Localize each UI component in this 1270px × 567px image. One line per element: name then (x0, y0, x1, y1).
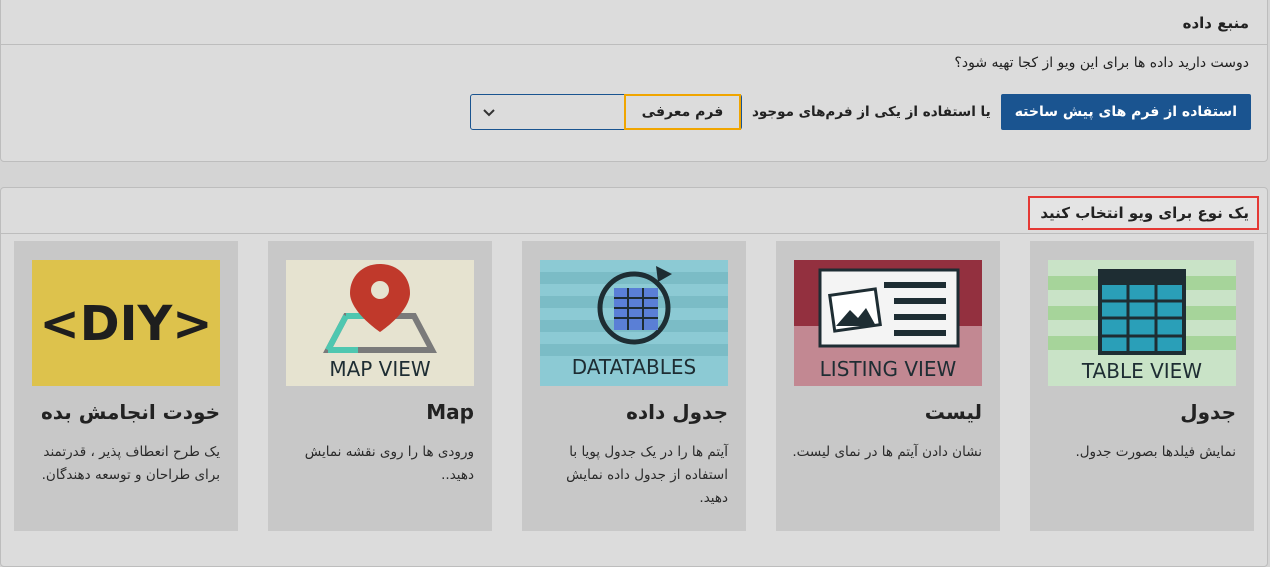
diy-icon: <DIY> (40, 296, 213, 352)
datatables-caption: DATATABLES (572, 355, 697, 379)
map-view-image: MAP VIEW (286, 260, 474, 386)
listing-view-caption: LISTING VIEW (820, 357, 957, 381)
view-card-title: Map (426, 400, 474, 424)
view-card-title: خودت انجامش بده (40, 400, 220, 424)
map-view-caption: MAP VIEW (329, 357, 431, 381)
view-card-listing[interactable]: LISTING VIEW لیست نشان دادن آیتم ها در ن… (776, 241, 1000, 531)
view-card-description: نشان دادن آیتم ها در نمای لیست. (792, 444, 982, 460)
view-type-title: یک نوع برای ویو انتخاب کنید (1028, 196, 1259, 230)
view-card-description: آیتم ها را در یک جدول پویا با استفاده از… (566, 444, 728, 506)
table-icon (1098, 269, 1186, 355)
data-source-question: دوست دارید داده ها برای این ویو از کجا ت… (954, 55, 1249, 71)
chevron-down-icon (483, 109, 495, 117)
view-card-map[interactable]: MAP VIEW Map ورودی ها را روی نقشه نمایش … (268, 241, 492, 531)
existing-forms-label: یا استفاده از یکی از فرم‌های موجود (751, 104, 991, 120)
view-card-title: لیست (924, 400, 982, 424)
form-select-value: فرم معرفی (623, 94, 741, 130)
data-source-row: استفاده از فرم های پیش ساخته یا استفاده … (469, 94, 1251, 130)
datatables-image: DATATABLES (540, 260, 728, 386)
diy-image: <DIY> (32, 260, 220, 386)
view-card-description: یک طرح انعطاف پذیر ، قدرتمند برای طراحان… (41, 444, 220, 483)
table-view-image: TABLE VIEW (1048, 260, 1236, 386)
view-card-diy[interactable]: <DIY> خودت انجامش بده یک طرح انعطاف پذیر… (14, 241, 238, 531)
listing-icon (818, 268, 960, 348)
view-card-description: ورودی ها را روی نقشه نمایش دهید.. (304, 444, 474, 483)
view-card-title: جدول داده (626, 400, 728, 424)
data-source-panel: منبع داده دوست دارید داده ها برای این وی… (0, 0, 1268, 162)
data-source-title: منبع داده (1182, 13, 1249, 32)
view-card-title: جدول (1180, 400, 1236, 424)
view-card-description: نمایش فیلدها بصورت جدول. (1075, 444, 1236, 460)
view-card-datatables[interactable]: DATATABLES جدول داده آیتم ها را در یک جد… (522, 241, 746, 531)
view-card-table[interactable]: TABLE VIEW جدول نمایش فیلدها بصورت جدول. (1030, 241, 1254, 531)
view-type-divider (1, 233, 1267, 234)
data-source-header: منبع داده (1, 0, 1267, 45)
prebuilt-forms-button[interactable]: استفاده از فرم های پیش ساخته (1000, 94, 1251, 130)
listing-view-image: LISTING VIEW (794, 260, 982, 386)
form-select[interactable]: فرم معرفی (469, 94, 742, 130)
table-view-caption: TABLE VIEW (1081, 359, 1202, 383)
